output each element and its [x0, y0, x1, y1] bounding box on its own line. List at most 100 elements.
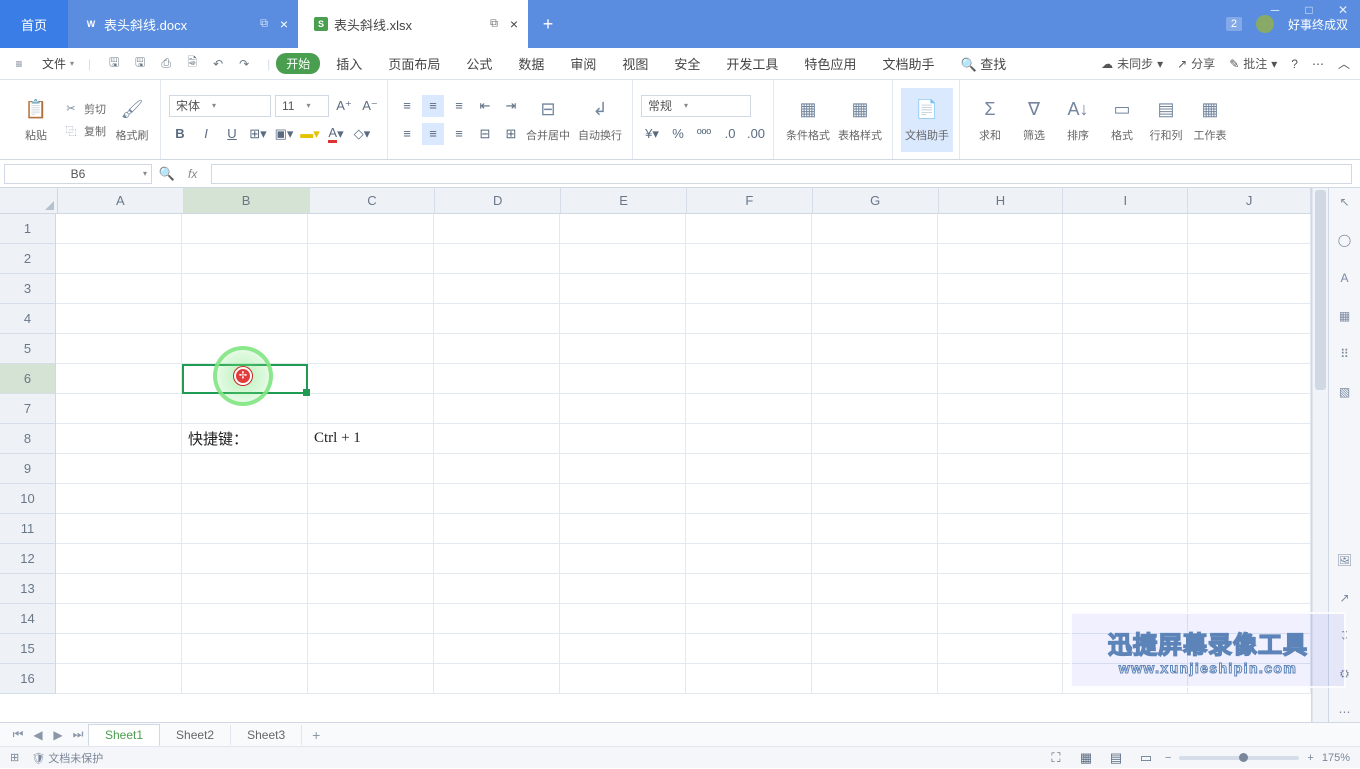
- cell[interactable]: [1188, 454, 1311, 484]
- cell[interactable]: [182, 634, 308, 664]
- align-center-icon[interactable]: ≡: [422, 123, 444, 145]
- cell[interactable]: [434, 604, 560, 634]
- annotate-button[interactable]: ✎ 批注 ▾: [1229, 55, 1277, 72]
- cell[interactable]: [812, 514, 938, 544]
- cell[interactable]: [938, 334, 1063, 364]
- border-button[interactable]: ⊞▾: [247, 123, 269, 145]
- cell[interactable]: [182, 484, 308, 514]
- sum-button[interactable]: Σ求和: [968, 88, 1012, 152]
- menu-search[interactable]: 🔍 查找: [950, 50, 1016, 77]
- cell[interactable]: [560, 424, 686, 454]
- view-layout-icon[interactable]: ▭: [1135, 747, 1157, 769]
- cell[interactable]: [812, 484, 938, 514]
- format-button[interactable]: ▭格式: [1100, 88, 1144, 152]
- cell[interactable]: [308, 364, 434, 394]
- cell[interactable]: [938, 604, 1063, 634]
- increase-font-icon[interactable]: A⁺: [333, 95, 355, 117]
- cell[interactable]: [434, 574, 560, 604]
- cell[interactable]: [308, 484, 434, 514]
- sync-status[interactable]: ☁ 未同步 ▾: [1101, 55, 1163, 72]
- bold-button[interactable]: B: [169, 123, 191, 145]
- decrease-font-icon[interactable]: A⁻: [359, 95, 381, 117]
- cell[interactable]: [686, 334, 812, 364]
- tab-duplicate-icon[interactable]: ⧉: [490, 18, 498, 31]
- cell[interactable]: [1188, 574, 1311, 604]
- cell[interactable]: [812, 544, 938, 574]
- column-header[interactable]: F: [687, 188, 813, 213]
- cell[interactable]: [434, 364, 560, 394]
- cell[interactable]: [560, 214, 686, 244]
- worksheet-button[interactable]: ▦工作表: [1188, 88, 1232, 152]
- cell[interactable]: [938, 394, 1063, 424]
- cell[interactable]: [812, 274, 938, 304]
- increase-indent-icon[interactable]: ⇥: [500, 95, 522, 117]
- cell[interactable]: [1063, 634, 1188, 664]
- cell[interactable]: [938, 544, 1063, 574]
- align-top-icon[interactable]: ≡: [396, 95, 418, 117]
- cell[interactable]: [434, 484, 560, 514]
- cell[interactable]: [1188, 304, 1311, 334]
- tab-duplicate-icon[interactable]: ⧉: [260, 18, 268, 31]
- cell[interactable]: [1063, 274, 1188, 304]
- cell[interactable]: [560, 634, 686, 664]
- cell[interactable]: [308, 574, 434, 604]
- row-header[interactable]: 14: [0, 604, 56, 634]
- cell[interactable]: [434, 214, 560, 244]
- font-name-select[interactable]: 宋体▾: [169, 95, 271, 117]
- save-icon[interactable]: 🖫: [105, 55, 123, 73]
- row-header[interactable]: 15: [0, 634, 56, 664]
- format-painter-button[interactable]: 🖌格式刷: [110, 88, 154, 152]
- cell[interactable]: [812, 634, 938, 664]
- row-header[interactable]: 10: [0, 484, 56, 514]
- row-header[interactable]: 11: [0, 514, 56, 544]
- doc-protect-status[interactable]: 🛡 文档未保护: [31, 750, 103, 766]
- cell[interactable]: [56, 604, 182, 634]
- insert-function-icon[interactable]: 🔍: [156, 163, 178, 185]
- cell[interactable]: [56, 544, 182, 574]
- cell[interactable]: [56, 394, 182, 424]
- cell[interactable]: [308, 514, 434, 544]
- currency-icon[interactable]: ¥▾: [641, 123, 663, 145]
- cell[interactable]: [182, 454, 308, 484]
- cell[interactable]: [938, 424, 1063, 454]
- align-right-icon[interactable]: ≡: [448, 123, 470, 145]
- cell[interactable]: [56, 514, 182, 544]
- circle-tool-icon[interactable]: ◯: [1335, 230, 1355, 250]
- tab-close-icon[interactable]: ×: [280, 16, 288, 32]
- cell[interactable]: [182, 364, 308, 394]
- cell[interactable]: [434, 244, 560, 274]
- cell[interactable]: [1188, 334, 1311, 364]
- menu-tab-start[interactable]: 开始: [276, 53, 320, 74]
- cell[interactable]: [1188, 634, 1311, 664]
- cell[interactable]: [434, 334, 560, 364]
- column-header[interactable]: E: [561, 188, 687, 213]
- row-header[interactable]: 7: [0, 394, 56, 424]
- sheet-tab-3[interactable]: Sheet3: [231, 725, 302, 745]
- cell[interactable]: [182, 274, 308, 304]
- merge-center-button[interactable]: ⊟合并居中: [522, 88, 574, 152]
- row-header[interactable]: 2: [0, 244, 56, 274]
- cut-button[interactable]: ✂剪切: [62, 101, 106, 117]
- cell[interactable]: [1063, 454, 1188, 484]
- cell[interactable]: [686, 604, 812, 634]
- cell[interactable]: [308, 394, 434, 424]
- cell[interactable]: [182, 514, 308, 544]
- cell[interactable]: [686, 544, 812, 574]
- cell[interactable]: [308, 604, 434, 634]
- row-header[interactable]: 9: [0, 454, 56, 484]
- comma-icon[interactable]: ººº: [693, 123, 715, 145]
- cell[interactable]: [686, 304, 812, 334]
- cell[interactable]: [560, 484, 686, 514]
- number-format-select[interactable]: 常规▾: [641, 95, 751, 117]
- cell[interactable]: [56, 424, 182, 454]
- column-header[interactable]: C: [310, 188, 436, 213]
- cell[interactable]: [308, 664, 434, 694]
- auto-wrap-button[interactable]: ↲自动换行: [574, 88, 626, 152]
- row-header[interactable]: 5: [0, 334, 56, 364]
- cell[interactable]: [812, 304, 938, 334]
- column-header[interactable]: A: [58, 188, 184, 213]
- zoom-in-button[interactable]: +: [1307, 752, 1313, 764]
- cell[interactable]: [56, 304, 182, 334]
- menu-tab-insert[interactable]: 插入: [326, 50, 372, 77]
- file-menu[interactable]: 文件▾: [34, 51, 82, 76]
